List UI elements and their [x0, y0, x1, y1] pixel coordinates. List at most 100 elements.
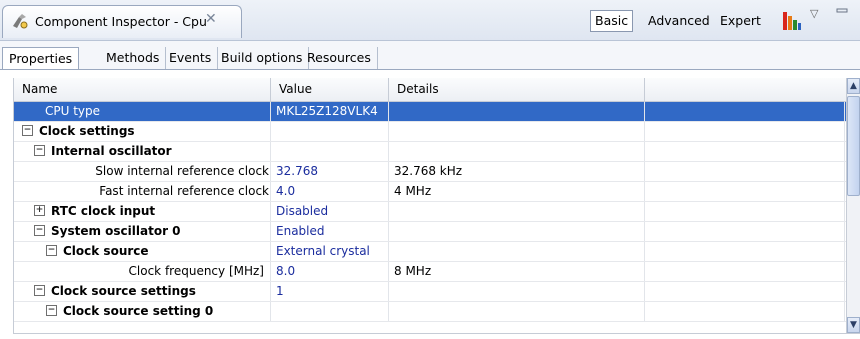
row-value[interactable]: 32.768: [271, 162, 389, 181]
tab-build-options[interactable]: Build options: [215, 47, 310, 70]
scroll-up-icon[interactable]: ▲: [847, 78, 860, 94]
row-name: CPU type: [14, 102, 271, 121]
row-filler: [645, 202, 845, 221]
row-filler: [645, 262, 845, 281]
row-value[interactable]: 4.0: [271, 182, 389, 201]
component-icon: [13, 14, 28, 29]
vertical-scrollbar[interactable]: ▲ ▼: [846, 78, 860, 333]
row-filler: [645, 242, 845, 261]
collapse-icon[interactable]: −: [46, 305, 57, 316]
column-header-value[interactable]: Value: [271, 78, 389, 101]
row-name: − Internal oscillator: [14, 142, 271, 161]
grid-row-fast-irc[interactable]: Fast internal reference clock 4.0 4 MHz: [14, 182, 846, 202]
tab-properties[interactable]: Properties: [2, 47, 80, 70]
grid-row-cpu-type[interactable]: CPU type MKL25Z128VLK4: [14, 102, 846, 122]
row-details: 4 MHz: [389, 182, 645, 201]
collapse-icon[interactable]: −: [34, 285, 45, 296]
row-details: [389, 202, 645, 221]
row-details: [389, 122, 645, 141]
row-details: [389, 282, 645, 301]
mode-expert-button[interactable]: Expert: [716, 10, 765, 32]
row-label: Clock source: [63, 244, 149, 258]
row-label: RTC clock input: [51, 204, 156, 218]
row-label: System oscillator 0: [51, 224, 181, 238]
row-value[interactable]: [271, 302, 389, 321]
row-name: Clock frequency [MHz]: [14, 262, 271, 281]
collapse-icon[interactable]: −: [34, 225, 45, 236]
grid-row-internal-oscillator[interactable]: − Internal oscillator: [14, 142, 846, 162]
expand-icon[interactable]: +: [34, 205, 45, 216]
row-label: Internal oscillator: [51, 144, 172, 158]
row-details: [389, 242, 645, 261]
grid-header: Name Value Details: [14, 78, 846, 102]
grid-row-clock-source-settings[interactable]: − Clock source settings 1: [14, 282, 846, 302]
row-details: [389, 142, 645, 161]
view-title-bar: Component Inspector - Cpu ✕ Basic Advanc…: [0, 0, 860, 41]
row-value[interactable]: 8.0: [271, 262, 389, 281]
scroll-thumb[interactable]: [847, 96, 860, 196]
row-value[interactable]: [271, 142, 389, 161]
row-name: + RTC clock input: [14, 202, 271, 221]
row-name: − Clock source setting 0: [14, 302, 271, 321]
row-details: [389, 222, 645, 241]
row-filler: [645, 282, 845, 301]
row-value[interactable]: 1: [271, 282, 389, 301]
row-value[interactable]: MKL25Z128VLK4: [271, 102, 389, 121]
row-details: [389, 302, 645, 321]
row-label: Clock frequency [MHz]: [128, 264, 264, 278]
row-filler: [645, 182, 845, 201]
column-header-filler: [645, 78, 846, 101]
row-value[interactable]: Disabled: [271, 202, 389, 221]
close-icon[interactable]: ✕: [205, 11, 217, 27]
row-label: Fast internal reference clock: [99, 184, 269, 198]
row-details: 8 MHz: [389, 262, 645, 281]
row-name: Fast internal reference clock: [14, 182, 271, 201]
row-filler: [645, 162, 845, 181]
row-value[interactable]: Enabled: [271, 222, 389, 241]
row-label: Clock source settings: [51, 284, 196, 298]
grid-row-clock-source[interactable]: − Clock source External crystal: [14, 242, 846, 262]
grid-row-system-oscillator-0[interactable]: − System oscillator 0 Enabled: [14, 222, 846, 242]
row-name: − System oscillator 0: [14, 222, 271, 241]
row-label: Clock settings: [39, 124, 135, 138]
component-inspector-tab[interactable]: Component Inspector - Cpu ✕: [2, 5, 242, 38]
row-name: Slow internal reference clock: [14, 162, 271, 181]
minimize-icon[interactable]: [836, 6, 848, 16]
properties-grid: Name Value Details CPU type MKL25Z128VLK…: [14, 78, 846, 333]
row-label: Slow internal reference clock: [95, 164, 269, 178]
collapse-icon[interactable]: −: [34, 145, 45, 156]
row-details: 32.768 kHz: [389, 162, 645, 181]
grid-row-slow-irc[interactable]: Slow internal reference clock 32.768 32.…: [14, 162, 846, 182]
row-details: [389, 102, 645, 121]
column-header-details[interactable]: Details: [389, 78, 645, 101]
mode-advanced-button[interactable]: Advanced: [644, 10, 714, 32]
tab-methods[interactable]: Methods: [100, 47, 167, 70]
row-filler: [645, 122, 845, 141]
row-filler: [645, 102, 845, 121]
component-inspector-view: Component Inspector - Cpu ✕ Basic Advanc…: [0, 0, 860, 339]
row-value[interactable]: External crystal: [271, 242, 389, 261]
grid-row-rtc-clock-input[interactable]: + RTC clock input Disabled: [14, 202, 846, 222]
inspector-subtabs: Properties Methods Events Build options …: [0, 41, 860, 70]
subtab-divider: [0, 69, 860, 70]
tab-resources[interactable]: Resources: [301, 47, 378, 70]
mode-basic-button[interactable]: Basic: [590, 10, 634, 32]
grid-row-clock-settings[interactable]: − Clock settings: [14, 122, 846, 142]
row-name: − Clock source settings: [14, 282, 271, 301]
grid-bottom-border: [13, 333, 860, 334]
collapse-icon[interactable]: −: [46, 245, 57, 256]
view-menu-icon[interactable]: ▽: [810, 7, 818, 20]
tab-events[interactable]: Events: [163, 47, 219, 70]
row-filler: [645, 302, 845, 321]
row-value[interactable]: [271, 122, 389, 141]
row-filler: [645, 142, 845, 161]
grid-row-clock-frequency[interactable]: Clock frequency [MHz] 8.0 8 MHz: [14, 262, 846, 282]
collapse-icon[interactable]: −: [22, 125, 33, 136]
grid-row-clock-source-setting-0[interactable]: − Clock source setting 0: [14, 302, 846, 322]
row-name: − Clock settings: [14, 122, 271, 141]
row-filler: [645, 222, 845, 241]
scroll-down-icon[interactable]: ▼: [847, 317, 860, 333]
column-header-name[interactable]: Name: [14, 78, 271, 101]
bar-chart-icon[interactable]: [782, 9, 802, 31]
row-label: Clock source setting 0: [63, 304, 214, 318]
